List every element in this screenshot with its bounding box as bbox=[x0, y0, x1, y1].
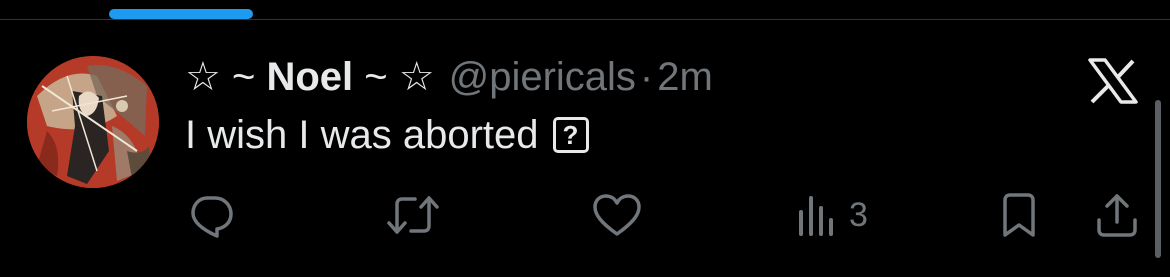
avatar[interactable] bbox=[27, 56, 159, 188]
separator-dot: · bbox=[639, 55, 654, 99]
tweet-text: I wish I was aborted ? bbox=[185, 110, 589, 160]
tweet[interactable]: ☆ ~ Noel ~ ☆ @piericals · 2m I wish I wa… bbox=[0, 20, 1170, 277]
views-button[interactable]: 3 bbox=[793, 192, 868, 238]
tweet-text-content: I wish I was aborted bbox=[185, 113, 539, 157]
heart-icon bbox=[593, 194, 641, 236]
x-logo-icon bbox=[1088, 58, 1138, 104]
share-icon bbox=[1097, 194, 1137, 237]
timestamp[interactable]: 2m bbox=[657, 52, 713, 102]
active-tab-indicator bbox=[109, 9, 253, 19]
scrollbar[interactable] bbox=[1155, 100, 1161, 258]
retweet-button[interactable] bbox=[385, 192, 441, 238]
retweet-icon bbox=[387, 196, 439, 234]
missing-emoji-glyph: ? bbox=[552, 117, 589, 153]
bookmark-button[interactable] bbox=[996, 192, 1042, 238]
avatar-artwork bbox=[27, 56, 159, 188]
tweet-header: ☆ ~ Noel ~ ☆ @piericals · 2m bbox=[185, 52, 713, 102]
display-name[interactable]: ☆ ~ Noel ~ ☆ bbox=[185, 52, 435, 102]
like-button[interactable] bbox=[592, 192, 642, 238]
reply-icon bbox=[191, 196, 233, 238]
reply-button[interactable] bbox=[188, 192, 234, 238]
bookmark-icon bbox=[1003, 193, 1035, 237]
share-button[interactable] bbox=[1094, 192, 1140, 238]
views-chart-icon bbox=[799, 196, 833, 236]
user-handle[interactable]: @piericals bbox=[449, 52, 636, 102]
views-count: 3 bbox=[849, 196, 868, 234]
